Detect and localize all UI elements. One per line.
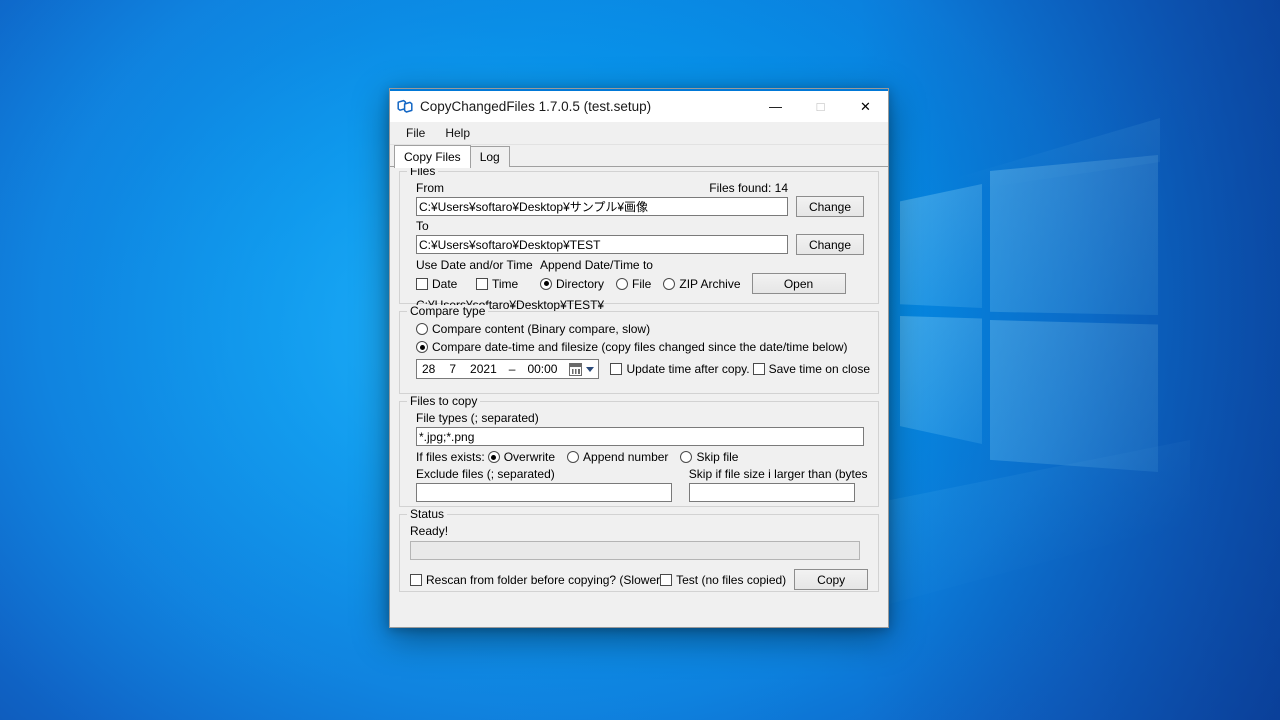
files-group: Files From Files found: 14 C:¥Users¥soft… xyxy=(399,165,879,312)
radio-append-number[interactable]: Append number xyxy=(567,450,668,464)
tab-page-copy-files: Files From Files found: 14 C:¥Users¥soft… xyxy=(390,165,888,627)
close-button[interactable]: ✕ xyxy=(843,91,888,122)
radio-append-file-label: File xyxy=(632,276,652,291)
checkbox-rescan-box xyxy=(410,573,422,586)
files-to-copy-legend: Files to copy xyxy=(407,395,481,408)
radio-skip-file[interactable]: Skip file xyxy=(680,450,738,464)
radio-append-zip-dot xyxy=(663,277,676,290)
radio-skip-file-dot xyxy=(680,451,693,463)
checkbox-rescan-label: Rescan from folder before copying? (Slow… xyxy=(426,572,661,587)
checkbox-update-time-box xyxy=(610,363,623,375)
maximize-button[interactable]: □ xyxy=(798,91,843,122)
copy-files-icon xyxy=(397,99,413,115)
radio-append-file-dot xyxy=(616,277,629,290)
date-year: 2021 xyxy=(470,362,497,376)
checkbox-test-no-files-copied[interactable]: Test (no files copied) xyxy=(660,573,786,587)
chevron-down-icon[interactable] xyxy=(586,366,595,372)
files-to-copy-group: Files to copy File types (; separated) *… xyxy=(399,395,879,507)
from-change-button[interactable]: Change xyxy=(796,196,864,217)
titlebar[interactable]: CopyChangedFiles 1.7.0.5 (test.setup) — … xyxy=(390,91,888,122)
radio-compare-content-dot xyxy=(416,323,428,335)
date-month: 7 xyxy=(449,362,457,376)
radio-overwrite-dot xyxy=(487,451,500,463)
compare-type-legend: Compare type xyxy=(407,305,489,318)
skip-size-input[interactable] xyxy=(688,483,855,502)
radio-compare-datetime[interactable]: Compare date-time and filesize (copy fil… xyxy=(416,340,848,354)
status-legend: Status xyxy=(407,508,448,521)
compare-type-group: Compare type Compare content (Binary com… xyxy=(399,305,879,394)
radio-skip-file-label: Skip file xyxy=(696,450,739,464)
to-path-input[interactable]: C:¥Users¥softaro¥Desktop¥TEST xyxy=(416,235,788,254)
radio-append-number-label: Append number xyxy=(583,450,669,464)
progress-bar xyxy=(410,541,860,560)
menu-item-file[interactable]: File xyxy=(396,124,435,142)
radio-compare-datetime-label: Compare date-time and filesize (copy fil… xyxy=(432,340,848,354)
file-types-input[interactable]: *.jpg;*.png xyxy=(416,427,864,446)
checkbox-test-label: Test (no files copied) xyxy=(676,572,787,587)
compare-datetime-input[interactable]: 28 7 2021 – 00:00 xyxy=(416,359,600,379)
open-button[interactable]: Open xyxy=(751,273,846,294)
exclude-files-label: Exclude files (; separated) xyxy=(416,467,555,481)
checkbox-use-time-box xyxy=(476,277,488,290)
checkbox-use-time-label: Time xyxy=(492,276,519,291)
from-label: From xyxy=(416,181,444,195)
tab-log[interactable]: Log xyxy=(469,146,510,167)
if-files-exists-label: If files exists: xyxy=(416,450,485,464)
checkbox-update-time-label: Update time after copy. xyxy=(626,362,750,376)
append-datetime-label: Append Date/Time to xyxy=(540,258,653,272)
checkbox-update-time-after-copy[interactable]: Update time after copy. xyxy=(610,362,750,376)
skip-size-label: Skip if file size i larger than (bytes xyxy=(688,467,868,481)
radio-append-zip-label: ZIP Archive xyxy=(679,276,741,291)
radio-append-zip[interactable]: ZIP Archive xyxy=(663,276,741,291)
from-path-input[interactable]: C:¥Users¥softaro¥Desktop¥サンプル¥画像 xyxy=(416,197,788,216)
radio-append-directory-dot xyxy=(540,277,552,290)
radio-append-directory[interactable]: Directory xyxy=(540,277,604,291)
date-separator: – xyxy=(508,362,516,376)
radio-append-directory-label: Directory xyxy=(556,276,605,291)
windows-logo-pane-bottom-left xyxy=(900,316,982,444)
checkbox-use-date-label: Date xyxy=(432,276,458,291)
file-types-label: File types (; separated) xyxy=(416,411,539,425)
checkbox-save-time-box xyxy=(752,363,765,375)
date-day: 28 xyxy=(422,362,436,376)
status-text: Ready! xyxy=(410,524,449,538)
status-group: Status Ready! Rescan from folder before … xyxy=(399,508,879,592)
checkbox-save-time-on-close[interactable]: Save time on close xyxy=(752,362,870,376)
date-time: 00:00 xyxy=(527,362,558,376)
radio-overwrite[interactable]: Overwrite xyxy=(487,450,556,464)
calendar-icon[interactable] xyxy=(569,362,583,376)
window-title: CopyChangedFiles 1.7.0.5 (test.setup) xyxy=(420,99,652,114)
windows-logo-pane-top-left xyxy=(900,184,982,308)
windows-logo-pane-top-right xyxy=(990,155,1158,315)
checkbox-rescan-before-copy[interactable]: Rescan from folder before copying? (Slow… xyxy=(410,573,660,587)
to-label: To xyxy=(416,219,429,233)
tabstrip: Copy Files Log xyxy=(390,145,888,168)
radio-compare-content-label: Compare content (Binary compare, slow) xyxy=(432,322,651,336)
radio-compare-datetime-dot xyxy=(416,341,428,353)
minimize-button[interactable]: — xyxy=(753,91,798,122)
window-controls: — □ ✕ xyxy=(753,91,888,122)
tab-copy-files[interactable]: Copy Files xyxy=(394,145,471,168)
checkbox-use-date-box xyxy=(416,277,428,290)
windows-logo-pane-bottom-right xyxy=(990,320,1158,472)
files-found-label: Files found: 14 xyxy=(709,181,788,195)
radio-append-number-dot xyxy=(567,451,580,463)
checkbox-use-time[interactable]: Time xyxy=(476,277,540,291)
radio-compare-content[interactable]: Compare content (Binary compare, slow) xyxy=(416,322,650,336)
radio-append-file[interactable]: File xyxy=(616,277,651,291)
checkbox-use-date[interactable]: Date xyxy=(416,277,476,291)
radio-overwrite-label: Overwrite xyxy=(503,450,556,464)
use-datetime-label: Use Date and/or Time xyxy=(416,258,533,272)
to-change-button[interactable]: Change xyxy=(796,234,864,255)
menu-item-help[interactable]: Help xyxy=(435,124,480,142)
copy-button[interactable]: Copy xyxy=(794,569,869,590)
checkbox-test-box xyxy=(660,573,673,586)
exclude-files-input[interactable] xyxy=(416,483,672,502)
app-window: CopyChangedFiles 1.7.0.5 (test.setup) — … xyxy=(389,88,889,628)
menubar: File Help xyxy=(390,122,888,145)
checkbox-save-time-label: Save time on close xyxy=(768,362,870,376)
